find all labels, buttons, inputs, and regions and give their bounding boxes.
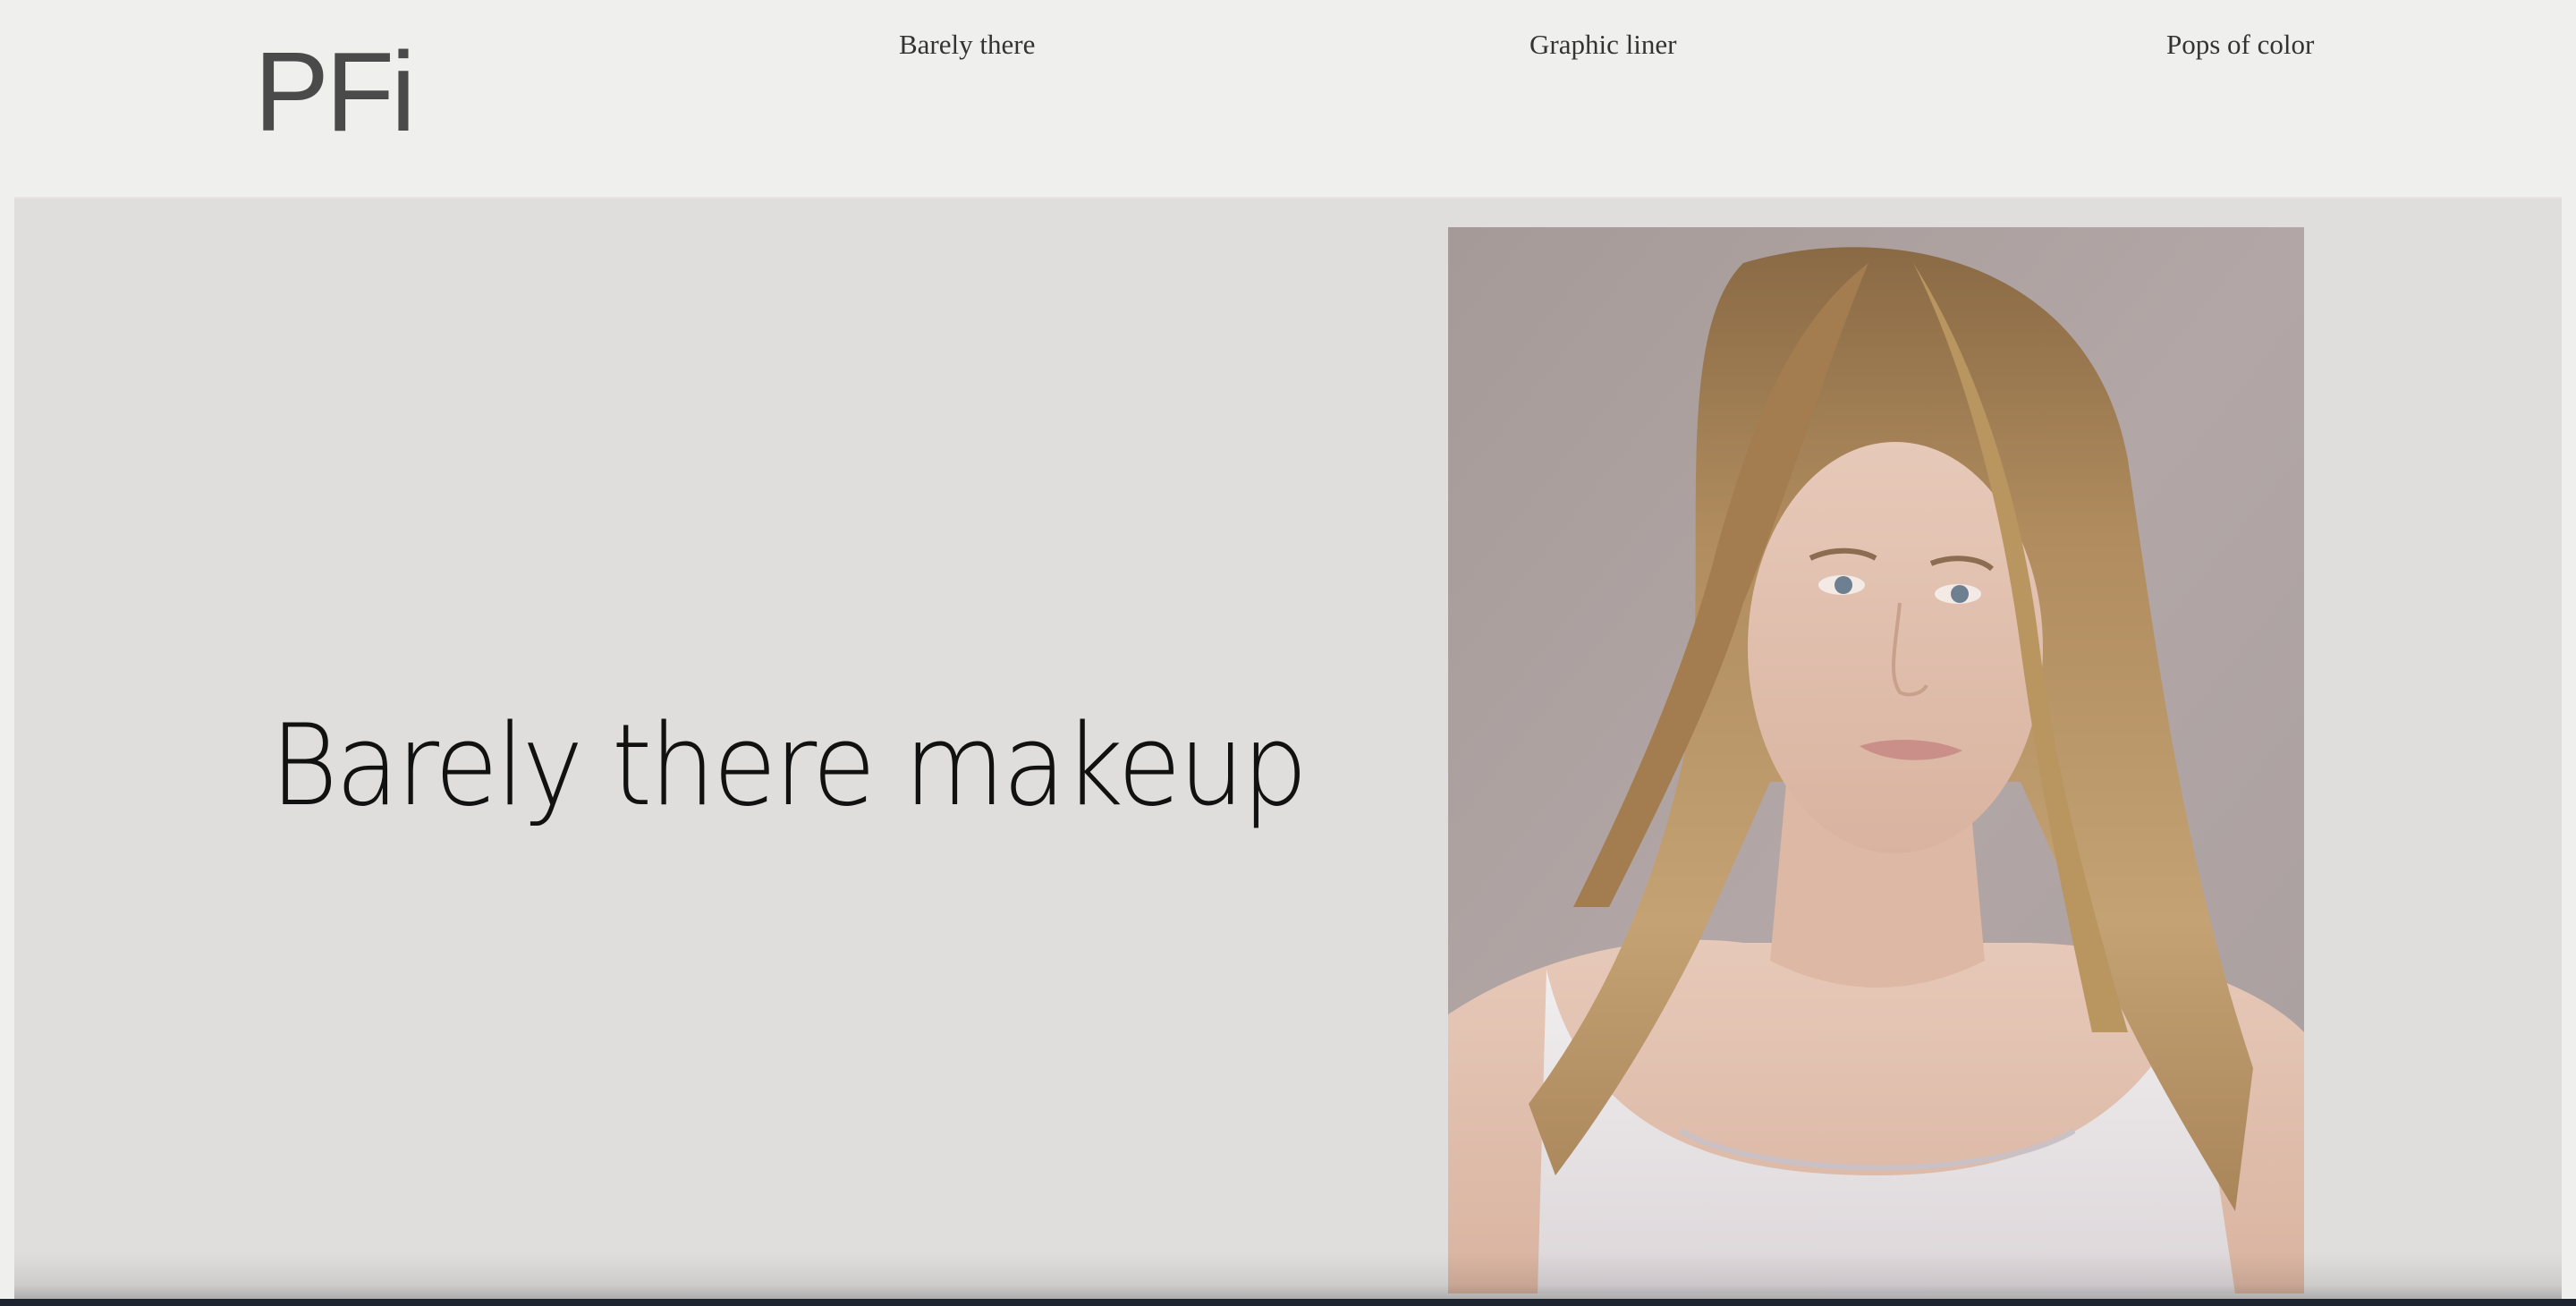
brand-logo[interactable]: PFi (254, 36, 416, 148)
portrait-illustration (1448, 227, 2304, 1293)
right-margin (2562, 197, 2576, 1306)
left-margin (0, 197, 14, 1306)
hero-section: Barely there makeup (14, 197, 2562, 1306)
nav-link-pops-of-color[interactable]: Pops of color (2166, 29, 2314, 61)
site-header: PFi Barely there Graphic liner Pops of c… (0, 0, 2576, 197)
hero-portrait-image (1448, 227, 2304, 1293)
page: PFi Barely there Graphic liner Pops of c… (0, 0, 2576, 1306)
window-bottom-edge (0, 1299, 2576, 1306)
nav-link-barely-there[interactable]: Barely there (899, 29, 1035, 61)
nav-link-graphic-liner[interactable]: Graphic liner (1530, 29, 1676, 61)
hero-title: Barely there makeup (270, 700, 1308, 831)
